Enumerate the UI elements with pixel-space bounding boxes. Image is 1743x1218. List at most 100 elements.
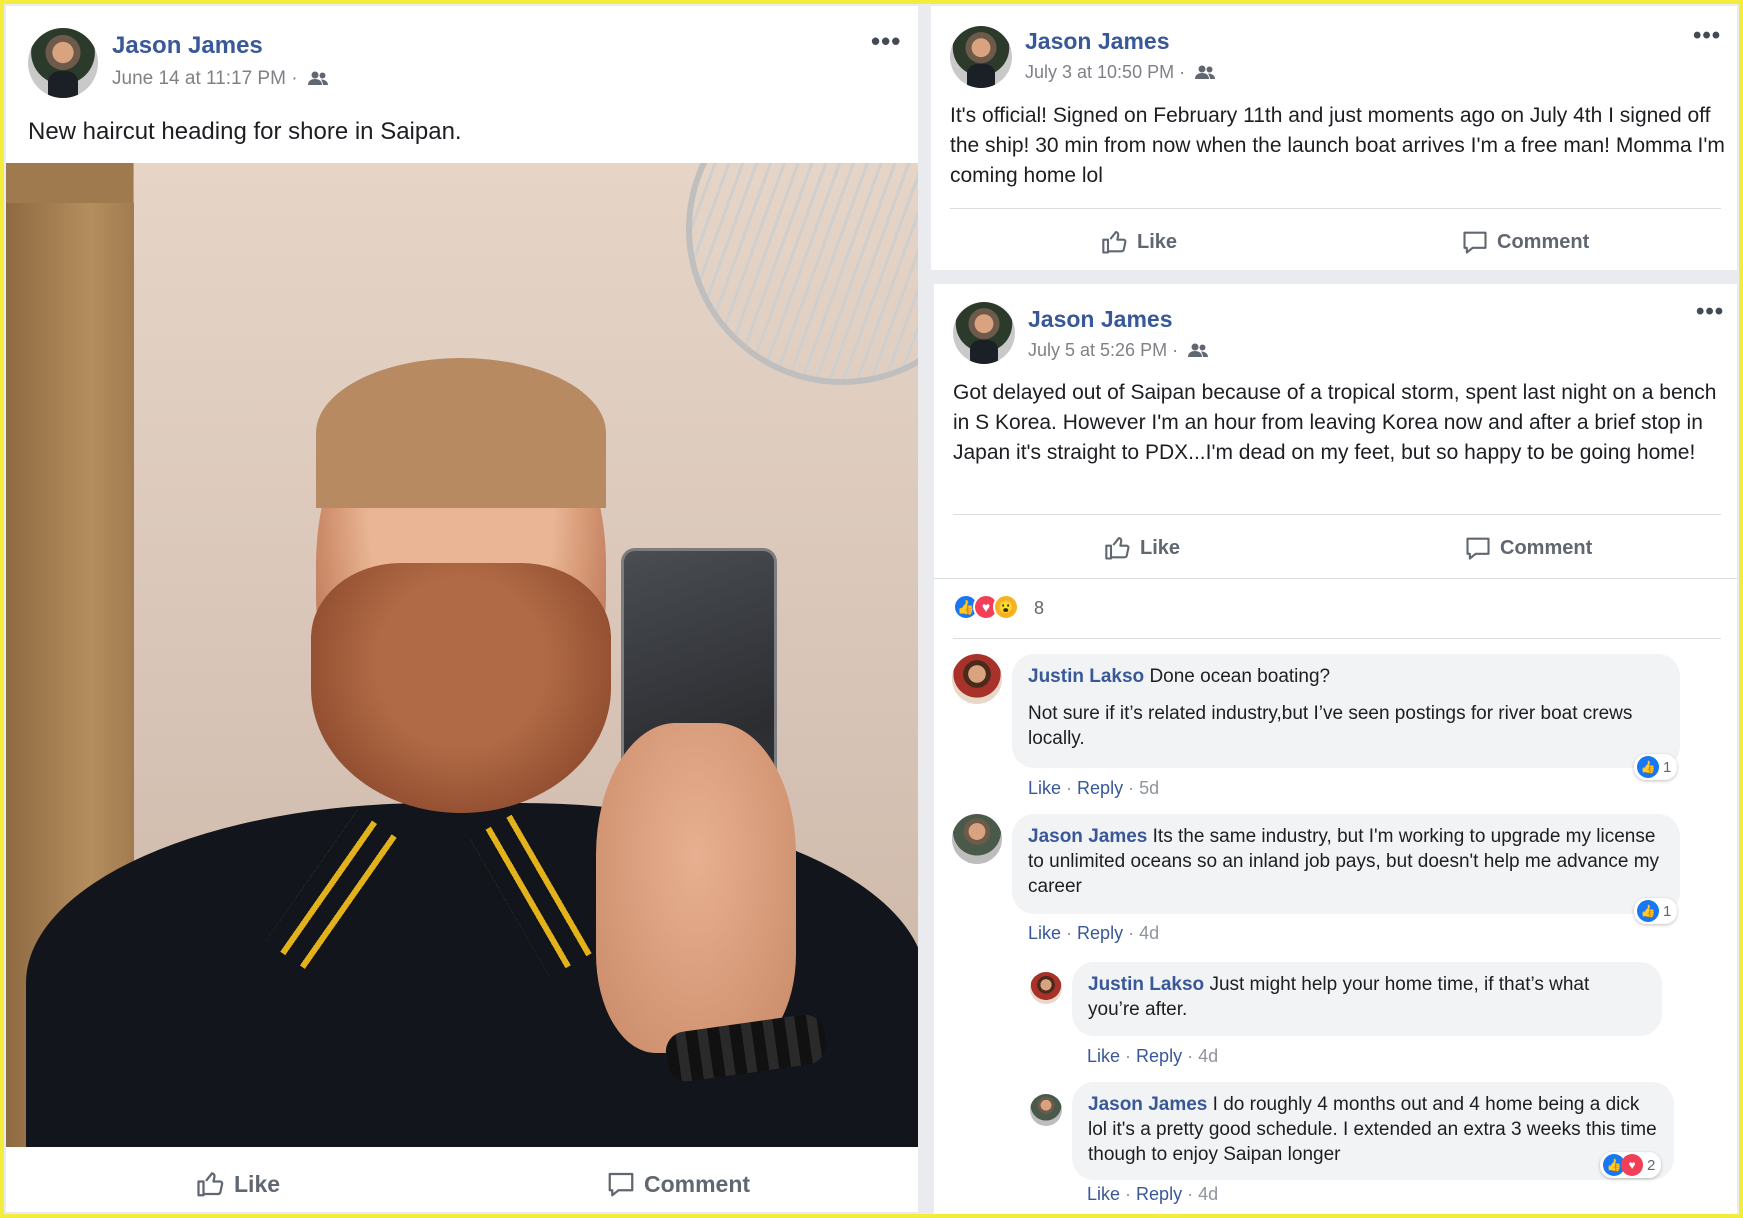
divider bbox=[950, 208, 1721, 209]
commenter-avatar[interactable] bbox=[952, 814, 1002, 864]
separator: · bbox=[1125, 1046, 1137, 1066]
comment-time[interactable]: 5d bbox=[1139, 778, 1159, 798]
commenter-name[interactable]: Justin Lakso bbox=[1028, 666, 1144, 687]
like-button[interactable]: Like bbox=[1101, 228, 1177, 256]
like-button[interactable]: Like bbox=[1104, 534, 1180, 562]
comment-like-link[interactable]: Like bbox=[1087, 1046, 1120, 1066]
author-avatar[interactable] bbox=[953, 302, 1015, 364]
speech-bubble-icon bbox=[1463, 231, 1487, 254]
comment-reaction-count: 1 bbox=[1663, 758, 1672, 776]
comment-reply-link[interactable]: Reply bbox=[1077, 778, 1123, 798]
comment-like-link[interactable]: Like bbox=[1087, 1184, 1120, 1204]
separator: · bbox=[1066, 778, 1078, 798]
comment-reply-link[interactable]: Reply bbox=[1136, 1046, 1182, 1066]
divider bbox=[953, 638, 1721, 639]
comment-bubble: Jason James I do roughly 4 months out an… bbox=[1072, 1082, 1674, 1180]
thumbs-up-icon bbox=[1102, 231, 1127, 254]
wow-reaction-icon: 😮 bbox=[993, 594, 1019, 620]
post-text: New haircut heading for shore in Saipan. bbox=[28, 118, 462, 145]
commenter-name[interactable]: Jason James bbox=[1088, 1094, 1207, 1115]
divider bbox=[953, 514, 1721, 515]
photo-hand bbox=[596, 723, 796, 1053]
separator: · bbox=[1066, 923, 1078, 943]
author-name[interactable]: Jason James bbox=[112, 32, 263, 60]
separator: · bbox=[1187, 1046, 1199, 1066]
comment-bubble: Justin Lakso Done ocean boating? Not sur… bbox=[1012, 654, 1680, 768]
reaction-count[interactable]: 8 bbox=[1034, 598, 1044, 619]
comment-time[interactable]: 4d bbox=[1139, 923, 1159, 943]
separator: · bbox=[1187, 1184, 1199, 1204]
post-timestamp[interactable]: July 3 at 10:50 PM · bbox=[1025, 62, 1216, 83]
friends-audience-icon bbox=[1188, 343, 1209, 357]
comment-button[interactable]: Comment bbox=[1464, 534, 1592, 562]
timestamp-text[interactable]: June 14 at 11:17 PM · bbox=[112, 68, 298, 89]
comment-text: Not sure if it’s related industry,but I’… bbox=[1028, 703, 1633, 749]
comment-actions: Like · Reply · 4d bbox=[1087, 1184, 1218, 1205]
comment-reply-link[interactable]: Reply bbox=[1077, 923, 1123, 943]
post-text: It's official! Signed on February 11th a… bbox=[950, 104, 1725, 187]
author-avatar[interactable] bbox=[950, 26, 1012, 88]
more-options-icon[interactable]: ••• bbox=[1693, 22, 1721, 50]
comment-label: Comment bbox=[1497, 230, 1590, 253]
like-reaction-icon: 👍 bbox=[1637, 900, 1659, 922]
comment-label: Comment bbox=[644, 1170, 751, 1197]
comment-label: Comment bbox=[1500, 536, 1593, 559]
divider bbox=[934, 578, 1737, 579]
more-options-icon[interactable]: ••• bbox=[1696, 298, 1724, 326]
post-text: Got delayed out of Saipan because of a t… bbox=[953, 381, 1717, 464]
commenter-avatar[interactable] bbox=[952, 654, 1002, 704]
post-card-2: Jason James July 3 at 10:50 PM · ••• It'… bbox=[931, 6, 1737, 270]
comment-reaction-count: 1 bbox=[1663, 902, 1672, 920]
post-timestamp[interactable]: July 5 at 5:26 PM · bbox=[1028, 340, 1209, 361]
comment-button[interactable]: Comment bbox=[1461, 228, 1589, 256]
commenter-avatar[interactable] bbox=[1030, 972, 1062, 1004]
like-label: Like bbox=[1137, 230, 1178, 253]
comment-reply-link[interactable]: Reply bbox=[1136, 1184, 1182, 1204]
commenter-name[interactable]: Jason James bbox=[1028, 826, 1147, 847]
reaction-summary[interactable]: 👍 ♥ 😮 bbox=[953, 594, 1019, 620]
comment-time[interactable]: 4d bbox=[1198, 1046, 1218, 1066]
like-label: Like bbox=[234, 1170, 281, 1197]
comment-actions: Like · Reply · 4d bbox=[1087, 1046, 1218, 1067]
post-timestamp[interactable]: June 14 at 11:17 PM · bbox=[112, 68, 329, 90]
comment-bubble: Justin Lakso Just might help your home t… bbox=[1072, 962, 1662, 1036]
thumbs-up-icon bbox=[1105, 537, 1130, 560]
post-card-3: Jason James July 5 at 5:26 PM · ••• Got … bbox=[934, 284, 1737, 1218]
comment-reaction-count: 2 bbox=[1647, 1156, 1656, 1174]
like-button[interactable]: Like bbox=[196, 1169, 280, 1199]
photo-hair bbox=[316, 358, 606, 508]
like-reaction-icon: 👍 bbox=[1637, 756, 1659, 778]
comment-like-link[interactable]: Like bbox=[1028, 778, 1061, 798]
love-reaction-icon: ♥ bbox=[1621, 1154, 1643, 1176]
speech-bubble-icon bbox=[608, 1172, 634, 1197]
comment-actions: Like · Reply · 5d bbox=[1028, 778, 1159, 799]
timestamp-text[interactable]: July 5 at 5:26 PM · bbox=[1028, 340, 1178, 360]
comment-text: Done ocean boating? bbox=[1149, 666, 1331, 687]
author-avatar[interactable] bbox=[28, 28, 98, 98]
speech-bubble-icon bbox=[1466, 537, 1490, 560]
separator: · bbox=[1128, 923, 1140, 943]
comment-actions: Like · Reply · 4d bbox=[1028, 923, 1159, 944]
post-photo[interactable] bbox=[6, 163, 918, 1147]
thumbs-up-icon bbox=[197, 1172, 224, 1197]
photo-beard bbox=[311, 563, 611, 813]
comment-reactions[interactable]: 👍 1 bbox=[1634, 754, 1678, 780]
commenter-avatar[interactable] bbox=[1030, 1094, 1062, 1126]
like-label: Like bbox=[1140, 536, 1181, 559]
comment-time[interactable]: 4d bbox=[1198, 1184, 1218, 1204]
comment-bubble: Jason James Its the same industry, but I… bbox=[1012, 814, 1680, 914]
separator: · bbox=[1125, 1184, 1137, 1204]
comment-reactions[interactable]: 👍 ♥ 2 bbox=[1600, 1152, 1662, 1178]
comment-reactions[interactable]: 👍 1 bbox=[1634, 898, 1678, 924]
commenter-name[interactable]: Justin Lakso bbox=[1088, 974, 1204, 995]
timestamp-text[interactable]: July 3 at 10:50 PM · bbox=[1025, 62, 1185, 82]
friends-audience-icon bbox=[1195, 65, 1216, 79]
post-card-1: Jason James June 14 at 11:17 PM · ••• Ne… bbox=[6, 6, 918, 1212]
comment-button[interactable]: Comment bbox=[606, 1169, 750, 1199]
author-name[interactable]: Jason James bbox=[1028, 306, 1172, 333]
comment-like-link[interactable]: Like bbox=[1028, 923, 1061, 943]
separator: · bbox=[1128, 778, 1140, 798]
more-options-icon[interactable]: ••• bbox=[871, 26, 901, 57]
author-name[interactable]: Jason James bbox=[1025, 28, 1169, 55]
friends-audience-icon bbox=[307, 71, 328, 85]
